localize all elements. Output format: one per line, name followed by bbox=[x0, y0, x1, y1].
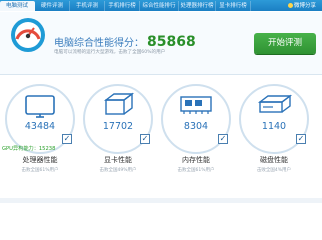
score-value: 85868 bbox=[147, 34, 196, 50]
gpu-heterogeneous-note: GPU异构能力：15238 bbox=[2, 146, 56, 152]
tab-phone-ranking[interactable]: 手机排行榜 bbox=[105, 1, 140, 11]
disk-label: 磁盘性能 bbox=[260, 156, 288, 164]
gpu-label: 显卡性能 bbox=[104, 156, 132, 164]
score-heading: 电脑综合性能得分： 85868 bbox=[54, 31, 196, 50]
disk-score: 1140 bbox=[261, 121, 287, 132]
cpu-score: 43484 bbox=[24, 121, 56, 132]
tab-overall-ranking[interactable]: 综合性能排行榜 bbox=[140, 1, 179, 19]
memory-score: 8304 bbox=[183, 121, 209, 132]
memory-label: 内存性能 bbox=[182, 156, 210, 164]
disk-icon bbox=[257, 94, 293, 113]
speedometer-icon bbox=[11, 18, 45, 52]
memory-checkbox[interactable]: ✓ bbox=[218, 134, 228, 144]
tab-phone-review[interactable]: 手机评测 bbox=[70, 1, 105, 11]
footer-strip bbox=[0, 198, 322, 203]
disk-subtext: 击败全国4%用户 bbox=[256, 168, 292, 173]
tab-computer-test[interactable]: 电脑测试 bbox=[0, 1, 35, 11]
gpu-score: 17702 bbox=[102, 121, 134, 132]
weibo-icon bbox=[287, 3, 293, 8]
cpu-label: 处理器性能 bbox=[22, 156, 58, 164]
tab-gpu-ranking[interactable]: 显卡排行榜 bbox=[216, 1, 251, 11]
tab-hardware-review[interactable]: 硬件评测 bbox=[35, 1, 70, 11]
top-tab-bar: 电脑测试 硬件评测 手机评测 手机排行榜 综合性能排行榜 处理器排行榜 显卡排行… bbox=[0, 0, 322, 19]
monitor-icon bbox=[25, 95, 55, 118]
memory-icon bbox=[180, 96, 212, 114]
cpu-checkbox[interactable]: ✓ bbox=[62, 134, 72, 144]
gpu-subtext: 击败全国49%用户 bbox=[99, 168, 137, 173]
share-label: 微博分享 bbox=[293, 3, 316, 9]
gpu-checkbox[interactable]: ✓ bbox=[140, 134, 150, 144]
start-test-button[interactable]: 开始评测 bbox=[254, 33, 316, 54]
score-description: 电脑可以流畅的运行大型游戏，击败了全国60%的用户 bbox=[54, 50, 166, 55]
weibo-share-button[interactable]: 微博分享 bbox=[287, 1, 316, 11]
cpu-subtext: 击败全国61%用户 bbox=[21, 168, 59, 173]
memory-subtext: 击败全国61%用户 bbox=[177, 168, 215, 173]
tab-cpu-ranking[interactable]: 处理器排行榜 bbox=[179, 1, 216, 11]
score-title: 电脑综合性能得分： bbox=[54, 38, 144, 49]
disk-checkbox[interactable]: ✓ bbox=[296, 134, 306, 144]
graphics-card-icon bbox=[103, 92, 135, 115]
